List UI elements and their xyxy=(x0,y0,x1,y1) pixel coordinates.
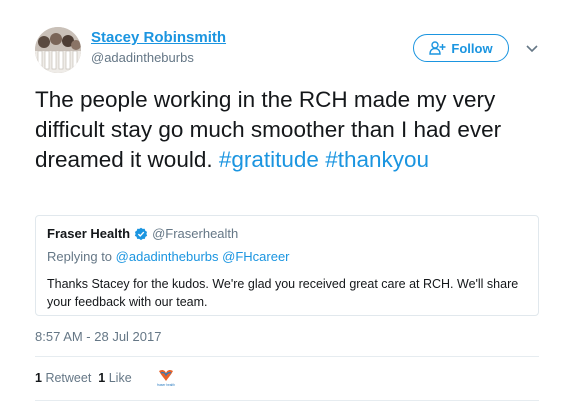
follow-button[interactable]: Follow xyxy=(413,34,509,62)
hashtag-gratitude[interactable]: #gratitude xyxy=(219,147,319,172)
tweet-stats: 1 Retweet 1 Like xyxy=(35,371,132,385)
retweet-label: Retweet xyxy=(45,371,92,385)
fraser-health-logo-icon: fraser health xyxy=(157,369,175,387)
tweet-timestamp[interactable]: 8:57 AM - 28 Jul 2017 xyxy=(35,329,161,344)
author-handle[interactable]: @adadintheburbs xyxy=(91,50,194,65)
follow-label: Follow xyxy=(451,40,493,56)
chevron-down-icon xyxy=(526,45,538,53)
verified-badge-icon xyxy=(134,227,148,240)
retweet-stat[interactable]: 1 Retweet xyxy=(35,371,91,385)
tweet-text: The people working in the RCH made my ve… xyxy=(35,85,545,175)
divider-top xyxy=(35,356,539,357)
replying-to-prefix: Replying to xyxy=(47,249,113,264)
reply-mention-2[interactable]: @FHcareer xyxy=(222,249,289,264)
add-person-icon xyxy=(429,41,446,55)
quoted-tweet[interactable]: Fraser Health @Fraserhealth Replying to … xyxy=(35,215,539,316)
liker-avatar[interactable]: fraser health xyxy=(156,367,176,387)
like-count: 1 xyxy=(98,371,106,385)
like-stat[interactable]: 1 Like xyxy=(98,371,131,385)
author-avatar[interactable] xyxy=(35,27,81,73)
like-label: Like xyxy=(108,371,132,385)
divider-bottom xyxy=(35,400,539,401)
more-options-caret[interactable] xyxy=(524,40,540,56)
replying-to-line: Replying to @adadintheburbs @FHcareer xyxy=(47,249,527,264)
quoted-author-name[interactable]: Fraser Health xyxy=(47,226,130,241)
quoted-tweet-header: Fraser Health @Fraserhealth xyxy=(47,226,527,241)
reply-mention-1[interactable]: @adadintheburbs xyxy=(116,249,219,264)
quoted-author-handle[interactable]: @Fraserhealth xyxy=(152,226,238,241)
author-avatar-image xyxy=(35,27,81,73)
liker-logo-text: fraser health xyxy=(157,383,175,387)
hashtag-thankyou[interactable]: #thankyou xyxy=(325,147,429,172)
author-name[interactable]: Stacey Robinsmith xyxy=(91,29,226,46)
retweet-count: 1 xyxy=(35,371,42,385)
quoted-tweet-text: Thanks Stacey for the kudos. We're glad … xyxy=(47,277,519,309)
